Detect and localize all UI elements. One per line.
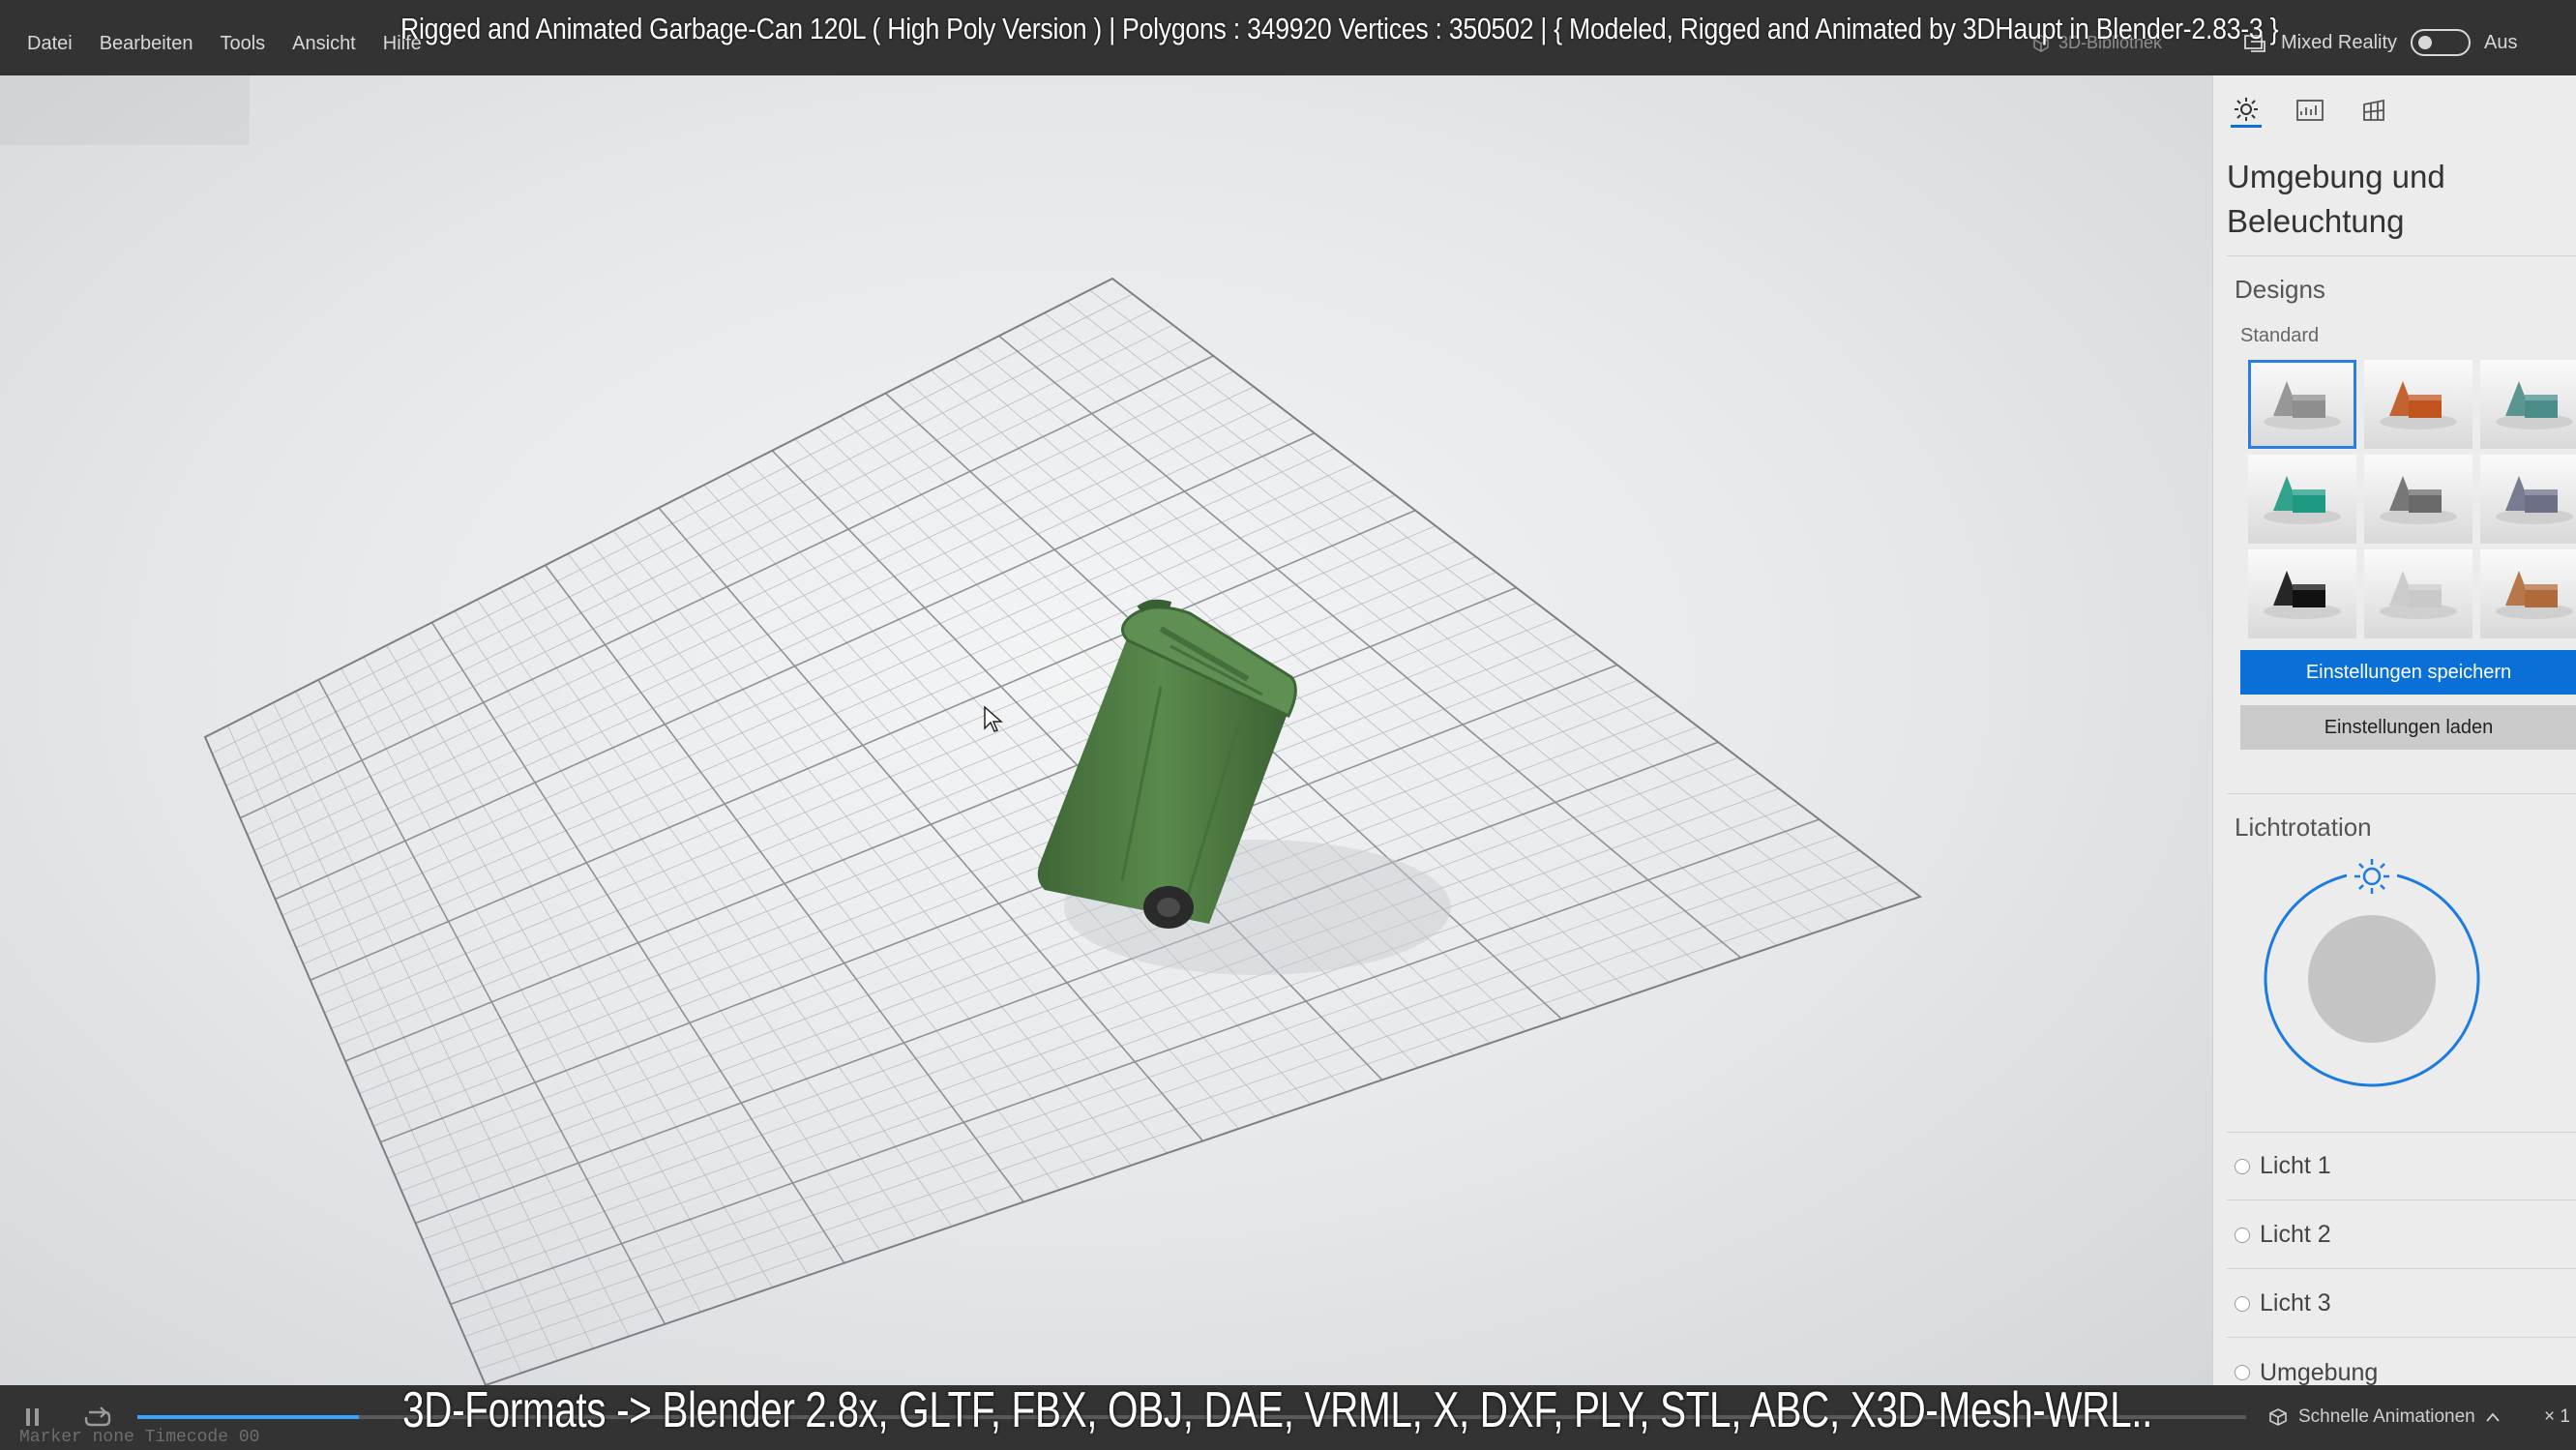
save-settings-button[interactable]: Einstellungen speichern bbox=[2240, 650, 2576, 695]
design-grid bbox=[2248, 360, 2576, 638]
image-stats-icon bbox=[2296, 100, 2324, 121]
light-handle-icon bbox=[2347, 859, 2397, 894]
menu-bearbeiten[interactable]: Bearbeiten bbox=[86, 29, 207, 59]
radio-button[interactable] bbox=[2235, 1365, 2250, 1380]
panel-tabs bbox=[2231, 93, 2389, 128]
tab-grid[interactable] bbox=[2358, 93, 2389, 128]
light-rotation-dial[interactable] bbox=[2250, 857, 2502, 1089]
title-bar: Datei Bearbeiten Tools Ansicht Hilfe 3D-… bbox=[0, 0, 2576, 75]
design-preview-icon bbox=[2380, 571, 2457, 619]
design-preview-icon bbox=[2496, 571, 2573, 619]
design-thumbnail[interactable] bbox=[2364, 455, 2472, 544]
3d-viewport[interactable] bbox=[0, 75, 2212, 1385]
standard-label: Standard bbox=[2240, 325, 2320, 346]
tab-environment[interactable] bbox=[2231, 93, 2262, 128]
light-1-label: Licht 1 bbox=[2260, 1152, 2331, 1179]
light-2-label: Licht 2 bbox=[2260, 1221, 2331, 1248]
design-preview-icon bbox=[2496, 381, 2573, 429]
design-thumbnail[interactable] bbox=[2248, 549, 2356, 638]
garbage-can-model[interactable] bbox=[1016, 571, 1306, 938]
designs-heading: Designs bbox=[2235, 275, 2325, 304]
mixed-reality-control: Mixed Reality Aus bbox=[2242, 29, 2518, 56]
menu-tools[interactable]: Tools bbox=[206, 29, 279, 59]
design-thumbnail[interactable] bbox=[2364, 549, 2472, 638]
mixed-reality-toggle[interactable] bbox=[2411, 29, 2472, 56]
light-2-option[interactable]: Licht 2 bbox=[2227, 1201, 2576, 1269]
design-thumbnail[interactable] bbox=[2480, 455, 2576, 544]
design-thumbnail[interactable] bbox=[2364, 360, 2472, 449]
timecode-readout: Marker none Timecode 00 bbox=[19, 1428, 260, 1447]
design-thumbnail[interactable] bbox=[2480, 360, 2576, 449]
menu-datei[interactable]: Datei bbox=[14, 29, 86, 59]
menu-ansicht[interactable]: Ansicht bbox=[279, 29, 370, 59]
radio-button[interactable] bbox=[2235, 1295, 2250, 1312]
radio-button[interactable] bbox=[2235, 1158, 2250, 1174]
panel-title: Umgebung und Beleuchtung bbox=[2227, 159, 2445, 239]
design-thumbnail[interactable] bbox=[2480, 549, 2576, 638]
design-preview-icon bbox=[2380, 476, 2457, 524]
light-1-option[interactable]: Licht 1 bbox=[2227, 1133, 2576, 1200]
quick-animations-label: Schnelle Animationen bbox=[2298, 1406, 2475, 1427]
menu-bar: Datei Bearbeiten Tools Ansicht Hilfe bbox=[14, 29, 435, 59]
mouse-cursor-icon bbox=[984, 705, 1003, 732]
quick-animations-button[interactable]: Schnelle Animationen bbox=[2267, 1406, 2501, 1428]
playback-speed[interactable]: × 1 bbox=[2544, 1406, 2570, 1428]
design-thumbnail[interactable] bbox=[2248, 455, 2356, 544]
sun-icon bbox=[2235, 97, 2258, 121]
light-rotation-heading: Lichtrotation bbox=[2235, 813, 2372, 842]
tab-statistics[interactable] bbox=[2295, 93, 2325, 128]
divider bbox=[2227, 255, 2576, 256]
divider bbox=[2227, 793, 2576, 794]
pause-icon[interactable] bbox=[23, 1406, 43, 1428]
formats-overlay: 3D-Formats -> Blender 2.8x, GLTF, FBX, O… bbox=[402, 1382, 2153, 1438]
loop-icon[interactable] bbox=[83, 1405, 112, 1430]
load-settings-button[interactable]: Einstellungen laden bbox=[2240, 705, 2576, 750]
environment-panel: Umgebung und Beleuchtung Designs Standar… bbox=[2212, 75, 2576, 1386]
chevron-up-icon bbox=[2486, 1412, 2500, 1422]
design-thumbnail[interactable] bbox=[2248, 360, 2356, 449]
design-preview-icon bbox=[2496, 476, 2573, 524]
radio-button[interactable] bbox=[2235, 1227, 2250, 1243]
light-3-option[interactable]: Licht 3 bbox=[2227, 1270, 2576, 1338]
light-3-label: Licht 3 bbox=[2260, 1289, 2331, 1317]
mixed-reality-state: Aus bbox=[2484, 31, 2518, 53]
video-title-overlay: Rigged and Animated Garbage-Can 120L ( H… bbox=[400, 12, 2279, 45]
timeline-progress bbox=[137, 1415, 359, 1419]
environment-light-label: Umgebung bbox=[2260, 1358, 2379, 1386]
design-preview-icon bbox=[2380, 381, 2457, 429]
design-preview-icon bbox=[2264, 381, 2341, 429]
design-preview-icon bbox=[2264, 476, 2341, 524]
grid-icon bbox=[2363, 99, 2384, 121]
mixed-reality-label: Mixed Reality bbox=[2281, 31, 2398, 53]
animation-cube-icon bbox=[2269, 1408, 2287, 1426]
design-preview-icon bbox=[2264, 571, 2341, 619]
